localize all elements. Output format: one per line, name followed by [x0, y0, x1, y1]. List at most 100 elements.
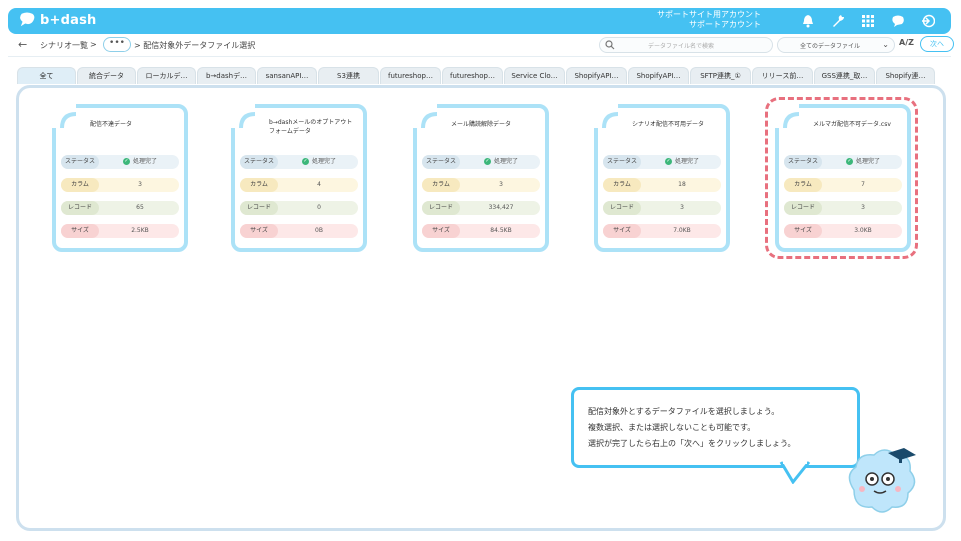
tab-sftp[interactable]: SFTP連携_① [690, 67, 751, 84]
tab-shopify-api-1[interactable]: ShopifyAPI… [566, 67, 627, 84]
status-row: ステータス ✓ 処理完了 [61, 155, 179, 169]
column-row: カラム 18 [603, 178, 721, 192]
record-value: 65 [136, 204, 144, 211]
bell-icon[interactable] [799, 12, 817, 30]
account-line2: サポートアカウント [689, 20, 761, 29]
size-label: サイズ [61, 224, 99, 238]
check-icon: ✓ [483, 158, 491, 165]
logo-text: b+dash [40, 12, 97, 28]
tab-prerelease[interactable]: リリース前… [752, 67, 813, 84]
tab-all[interactable]: 全て [17, 67, 76, 84]
tab-integrated-data[interactable]: 統合データ [77, 67, 136, 84]
account-name[interactable]: サポートサイト用アカウント サポートアカウント [657, 10, 761, 30]
status-value: ✓ 処理完了 [301, 158, 336, 165]
next-button[interactable]: 次へ [920, 36, 954, 52]
breadcrumb-scenario-list[interactable]: シナリオ一覧 [40, 40, 88, 51]
mascot-icon [848, 448, 916, 513]
status-row: ステータス ✓ 処理完了 [422, 155, 540, 169]
guide-line-2: 複数選択、または選択しないことも可能です。 [588, 423, 756, 432]
record-row: レコード 65 [61, 201, 179, 215]
datafile-filter-select[interactable]: 全てのデータファイル ⌄ [777, 37, 895, 53]
size-label: サイズ [240, 224, 278, 238]
breadcrumb-separator: > [90, 40, 97, 49]
tab-gss[interactable]: GSS連携_取… [814, 67, 875, 84]
tab-service-cloud[interactable]: Service Clo… [504, 67, 565, 84]
record-row: レコード 334,427 [422, 201, 540, 215]
back-arrow-icon[interactable]: ← [18, 38, 27, 51]
sort-az-icon[interactable]: A/Z [899, 38, 914, 47]
top-bar: b+dash サポートサイト用アカウント サポートアカウント [8, 8, 951, 34]
size-row: サイズ 84.5KB [422, 224, 540, 238]
search-icon [605, 40, 615, 50]
status-value: ✓ 処理完了 [664, 158, 699, 165]
datafile-filter-value: 全てのデータファイル [800, 43, 861, 50]
size-label: サイズ [422, 224, 460, 238]
breadcrumb-more-button[interactable]: ••• [103, 37, 131, 52]
tab-shopify-link[interactable]: Shopify連… [876, 67, 935, 84]
tab-futureshop-1[interactable]: futureshop… [380, 67, 441, 84]
record-value: 3 [680, 204, 684, 211]
wrench-icon[interactable] [829, 12, 847, 30]
datafile-card[interactable]: シナリオ配信不可用データ ステータス ✓ 処理完了 カラム 18 レコード 3 サイズ 7… [594, 104, 730, 252]
tab-shopify-api-2[interactable]: ShopifyAPI… [628, 67, 689, 84]
datafile-title: 配信不達データ [90, 121, 133, 128]
column-value: 3 [138, 181, 142, 188]
datafile-card[interactable]: メール購読解除データ ステータス ✓ 処理完了 カラム 3 レコード 334,427 サ… [413, 104, 549, 252]
record-label: レコード [603, 201, 641, 215]
tab-sansan-api[interactable]: sansanAPI… [257, 67, 317, 84]
tab-futureshop-2[interactable]: futureshop… [442, 67, 503, 84]
size-row: サイズ 7.0KB [603, 224, 721, 238]
column-row: カラム 3 [422, 178, 540, 192]
guide-speech-bubble: 配信対象外とするデータファイルを選択しましょう。 複数選択、または選択しないこと… [571, 387, 860, 468]
record-label: レコード [61, 201, 99, 215]
status-label: ステータス [603, 155, 641, 169]
chevron-down-icon: ⌄ [882, 40, 889, 49]
logout-icon[interactable] [919, 12, 937, 30]
check-icon: ✓ [122, 158, 130, 165]
file-corner-icon [231, 104, 255, 128]
source-tabs: 全て 統合データ ローカルデ… b→dashデ… sansanAPI… S3連携… [17, 67, 936, 85]
column-label: カラム [603, 178, 641, 192]
chat-icon[interactable] [889, 12, 907, 30]
logo[interactable]: b+dash [18, 12, 96, 28]
column-row: カラム 3 [61, 178, 179, 192]
grid-icon[interactable] [859, 12, 877, 30]
datafile-card[interactable]: 配信不達データ ステータス ✓ 処理完了 カラム 3 レコード 65 サイズ 2.5KB [52, 104, 188, 252]
file-corner-icon [594, 104, 618, 128]
record-row: レコード 3 [603, 201, 721, 215]
status-row: ステータス ✓ 処理完了 [240, 155, 358, 169]
datafile-card[interactable]: b→dashメールのオプトアウトフォームデータ ステータス ✓ 処理完了 カラム 4 … [231, 104, 367, 252]
column-row: カラム 4 [240, 178, 358, 192]
guide-line-1: 配信対象外とするデータファイルを選択しましょう。 [588, 407, 780, 416]
file-corner-icon [413, 104, 437, 128]
status-value: ✓ 処理完了 [122, 158, 157, 165]
column-value: 3 [499, 181, 503, 188]
breadcrumb-bar: ← シナリオ一覧 > ••• > 配信対象外データファイル選択 データファイル名… [8, 35, 954, 57]
selection-highlight [765, 97, 918, 259]
column-value: 18 [678, 181, 686, 188]
record-value: 334,427 [488, 204, 514, 211]
check-icon: ✓ [301, 158, 309, 165]
logo-mark-icon [20, 12, 35, 27]
search-placeholder: データファイル名で検索 [648, 43, 715, 50]
datafile-title: b→dashメールのオプトアウトフォームデータ [269, 119, 353, 135]
status-label: ステータス [240, 155, 278, 169]
size-row: サイズ 0B [240, 224, 358, 238]
status-label: ステータス [422, 155, 460, 169]
breadcrumb-current: > 配信対象外データファイル選択 [134, 41, 256, 50]
status-label: ステータス [61, 155, 99, 169]
check-icon: ✓ [664, 158, 672, 165]
size-value: 7.0KB [673, 227, 691, 234]
tab-local-data[interactable]: ローカルデ… [137, 67, 196, 84]
size-row: サイズ 2.5KB [61, 224, 179, 238]
column-label: カラム [422, 178, 460, 192]
size-value: 0B [315, 227, 323, 234]
size-value: 84.5KB [490, 227, 512, 234]
record-label: レコード [240, 201, 278, 215]
status-row: ステータス ✓ 処理完了 [603, 155, 721, 169]
record-row: レコード 0 [240, 201, 358, 215]
tab-bdash-data[interactable]: b→dashデ… [197, 67, 256, 84]
tab-s3[interactable]: S3連携 [318, 67, 379, 84]
datafile-title: メール購読解除データ [451, 121, 512, 128]
search-input[interactable]: データファイル名で検索 [599, 37, 773, 53]
